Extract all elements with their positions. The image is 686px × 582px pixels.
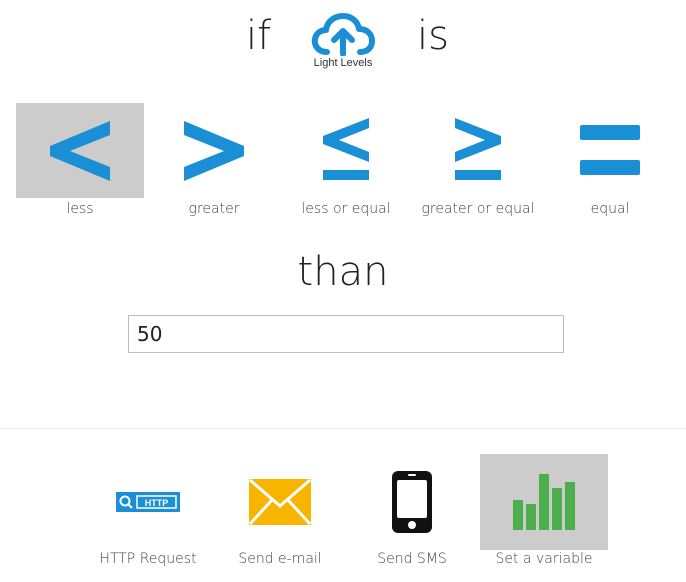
bar-chart-icon xyxy=(513,474,575,530)
operator-label: greater xyxy=(188,201,240,217)
operator-label: less or equal xyxy=(301,201,391,217)
action-send-email[interactable]: Send e-mail xyxy=(216,454,344,582)
action-label: HTTP Request xyxy=(99,551,197,567)
source-label: Light Levels xyxy=(313,57,373,69)
if-word: if xyxy=(246,13,272,59)
action-set-variable[interactable]: Set a variable xyxy=(480,454,608,582)
equal-icon xyxy=(580,124,640,175)
operator-greater[interactable]: greater xyxy=(150,103,278,221)
operator-equal[interactable]: equal xyxy=(546,103,674,221)
http-request-icon: HTTP xyxy=(116,492,180,512)
operator-label: greater or equal xyxy=(421,201,535,217)
threshold-input[interactable] xyxy=(128,315,564,353)
less-than-icon xyxy=(50,120,110,181)
source-sensor[interactable]: Light Levels xyxy=(300,12,386,69)
less-or-equal-icon xyxy=(323,117,369,180)
greater-or-equal-icon xyxy=(455,117,501,180)
operator-label: equal xyxy=(590,201,630,217)
operator-less-or-equal[interactable]: less or equal xyxy=(282,103,410,221)
operator-greater-or-equal[interactable]: greater or equal xyxy=(414,103,542,221)
is-word: is xyxy=(417,13,449,59)
greater-than-icon xyxy=(184,120,244,181)
than-word: than xyxy=(297,249,389,295)
envelope-icon xyxy=(248,478,312,526)
action-label: Send SMS xyxy=(377,551,447,567)
http-icon-text: HTTP xyxy=(145,498,169,508)
action-send-sms[interactable]: Send SMS xyxy=(348,454,476,582)
phone-icon xyxy=(392,471,432,533)
action-label: Set a variable xyxy=(495,551,593,567)
operator-less[interactable]: less xyxy=(16,103,144,221)
action-label: Send e-mail xyxy=(238,551,322,567)
operator-label: less xyxy=(66,201,94,217)
cloud-upload-icon xyxy=(311,13,375,56)
section-divider xyxy=(0,428,686,429)
action-http-request[interactable]: HTTP HTTP Request xyxy=(84,454,212,582)
